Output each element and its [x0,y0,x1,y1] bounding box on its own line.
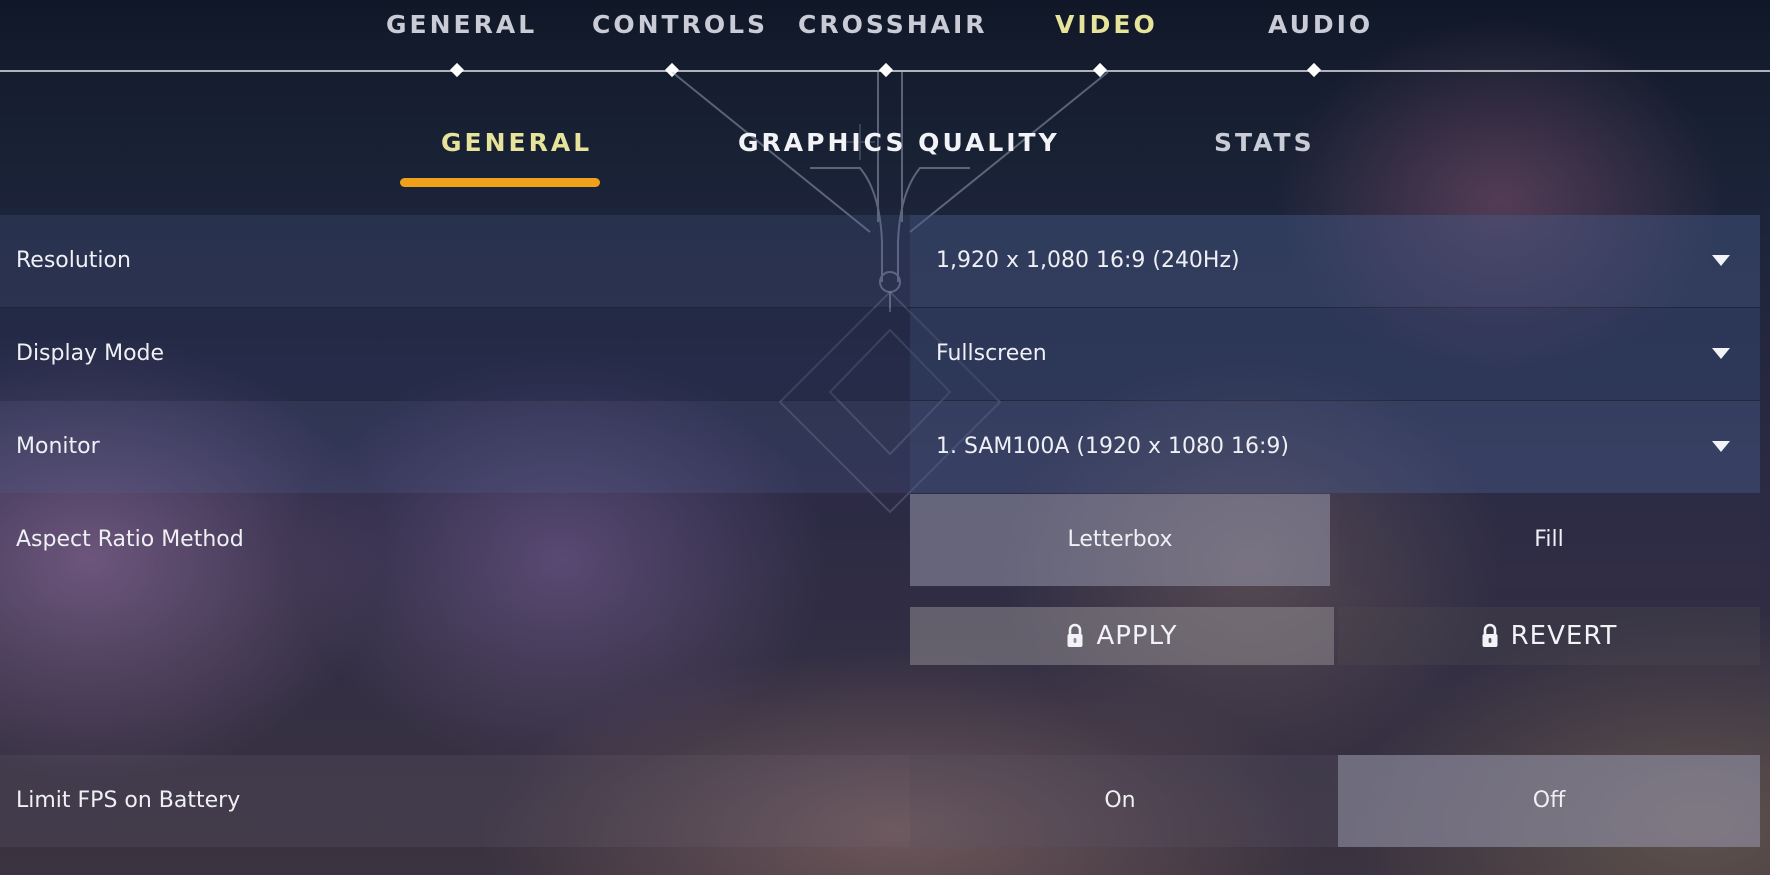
lock-icon [1482,623,1498,647]
tab-video[interactable]: VIDEO [1055,10,1158,39]
lock-icon [1067,623,1083,647]
apply-button[interactable]: APPLY [910,607,1334,665]
limit-fps-on-option[interactable]: On [910,755,1330,847]
caret-down-icon [1712,255,1730,266]
monitor-dropdown[interactable]: 1. SAM100A (1920 x 1080 16:9) [910,401,1760,493]
resolution-dropdown[interactable]: 1,920 x 1,080 16:9 (240Hz) [910,215,1760,307]
diamond-icon [449,62,465,78]
tab-controls[interactable]: CONTROLS [592,10,768,39]
apply-label: APPLY [1096,621,1178,651]
top-nav: GENERAL CONTROLS CROSSHAIR VIDEO AUDIO [0,0,1770,78]
setting-row-resolution: Resolution 1,920 x 1,080 16:9 (240Hz) [0,215,1760,307]
revert-label: REVERT [1510,621,1618,651]
diamond-icon [1306,62,1322,78]
revert-button[interactable]: REVERT [1338,607,1760,665]
setting-row-limit-fps-battery: Limit FPS on Battery On Off [0,755,1760,847]
diamond-icon [664,62,680,78]
diamond-icon [1092,62,1108,78]
resolution-value: 1,920 x 1,080 16:9 (240Hz) [936,248,1240,273]
aspect-ratio-letterbox-option[interactable]: Letterbox [910,494,1330,586]
display-mode-label: Display Mode [16,341,165,366]
monitor-value: 1. SAM100A (1920 x 1080 16:9) [936,434,1289,459]
display-mode-dropdown[interactable]: Fullscreen [910,308,1760,400]
limit-fps-off-option[interactable]: Off [1338,755,1760,847]
tab-crosshair[interactable]: CROSSHAIR [798,10,988,39]
subtab-graphics-quality[interactable]: GRAPHICS QUALITY [738,128,1060,157]
subtab-general[interactable]: GENERAL [441,128,592,157]
limit-fps-battery-label: Limit FPS on Battery [16,788,241,813]
tab-general[interactable]: GENERAL [386,10,537,39]
caret-down-icon [1712,348,1730,359]
setting-row-monitor: Monitor 1. SAM100A (1920 x 1080 16:9) [0,401,1760,493]
caret-down-icon [1712,441,1730,452]
display-mode-value: Fullscreen [936,341,1047,366]
aspect-ratio-label: Aspect Ratio Method [16,527,244,552]
setting-row-display-mode: Display Mode Fullscreen [0,308,1760,400]
subtab-stats[interactable]: STATS [1214,128,1315,157]
monitor-label: Monitor [16,434,100,459]
active-subtab-underline [400,178,600,187]
resolution-label: Resolution [16,248,131,273]
aspect-ratio-fill-option[interactable]: Fill [1338,494,1760,586]
setting-row-aspect-ratio: Aspect Ratio Method Letterbox Fill [0,494,1760,586]
tab-audio[interactable]: AUDIO [1268,10,1373,39]
diamond-icon [878,62,894,78]
